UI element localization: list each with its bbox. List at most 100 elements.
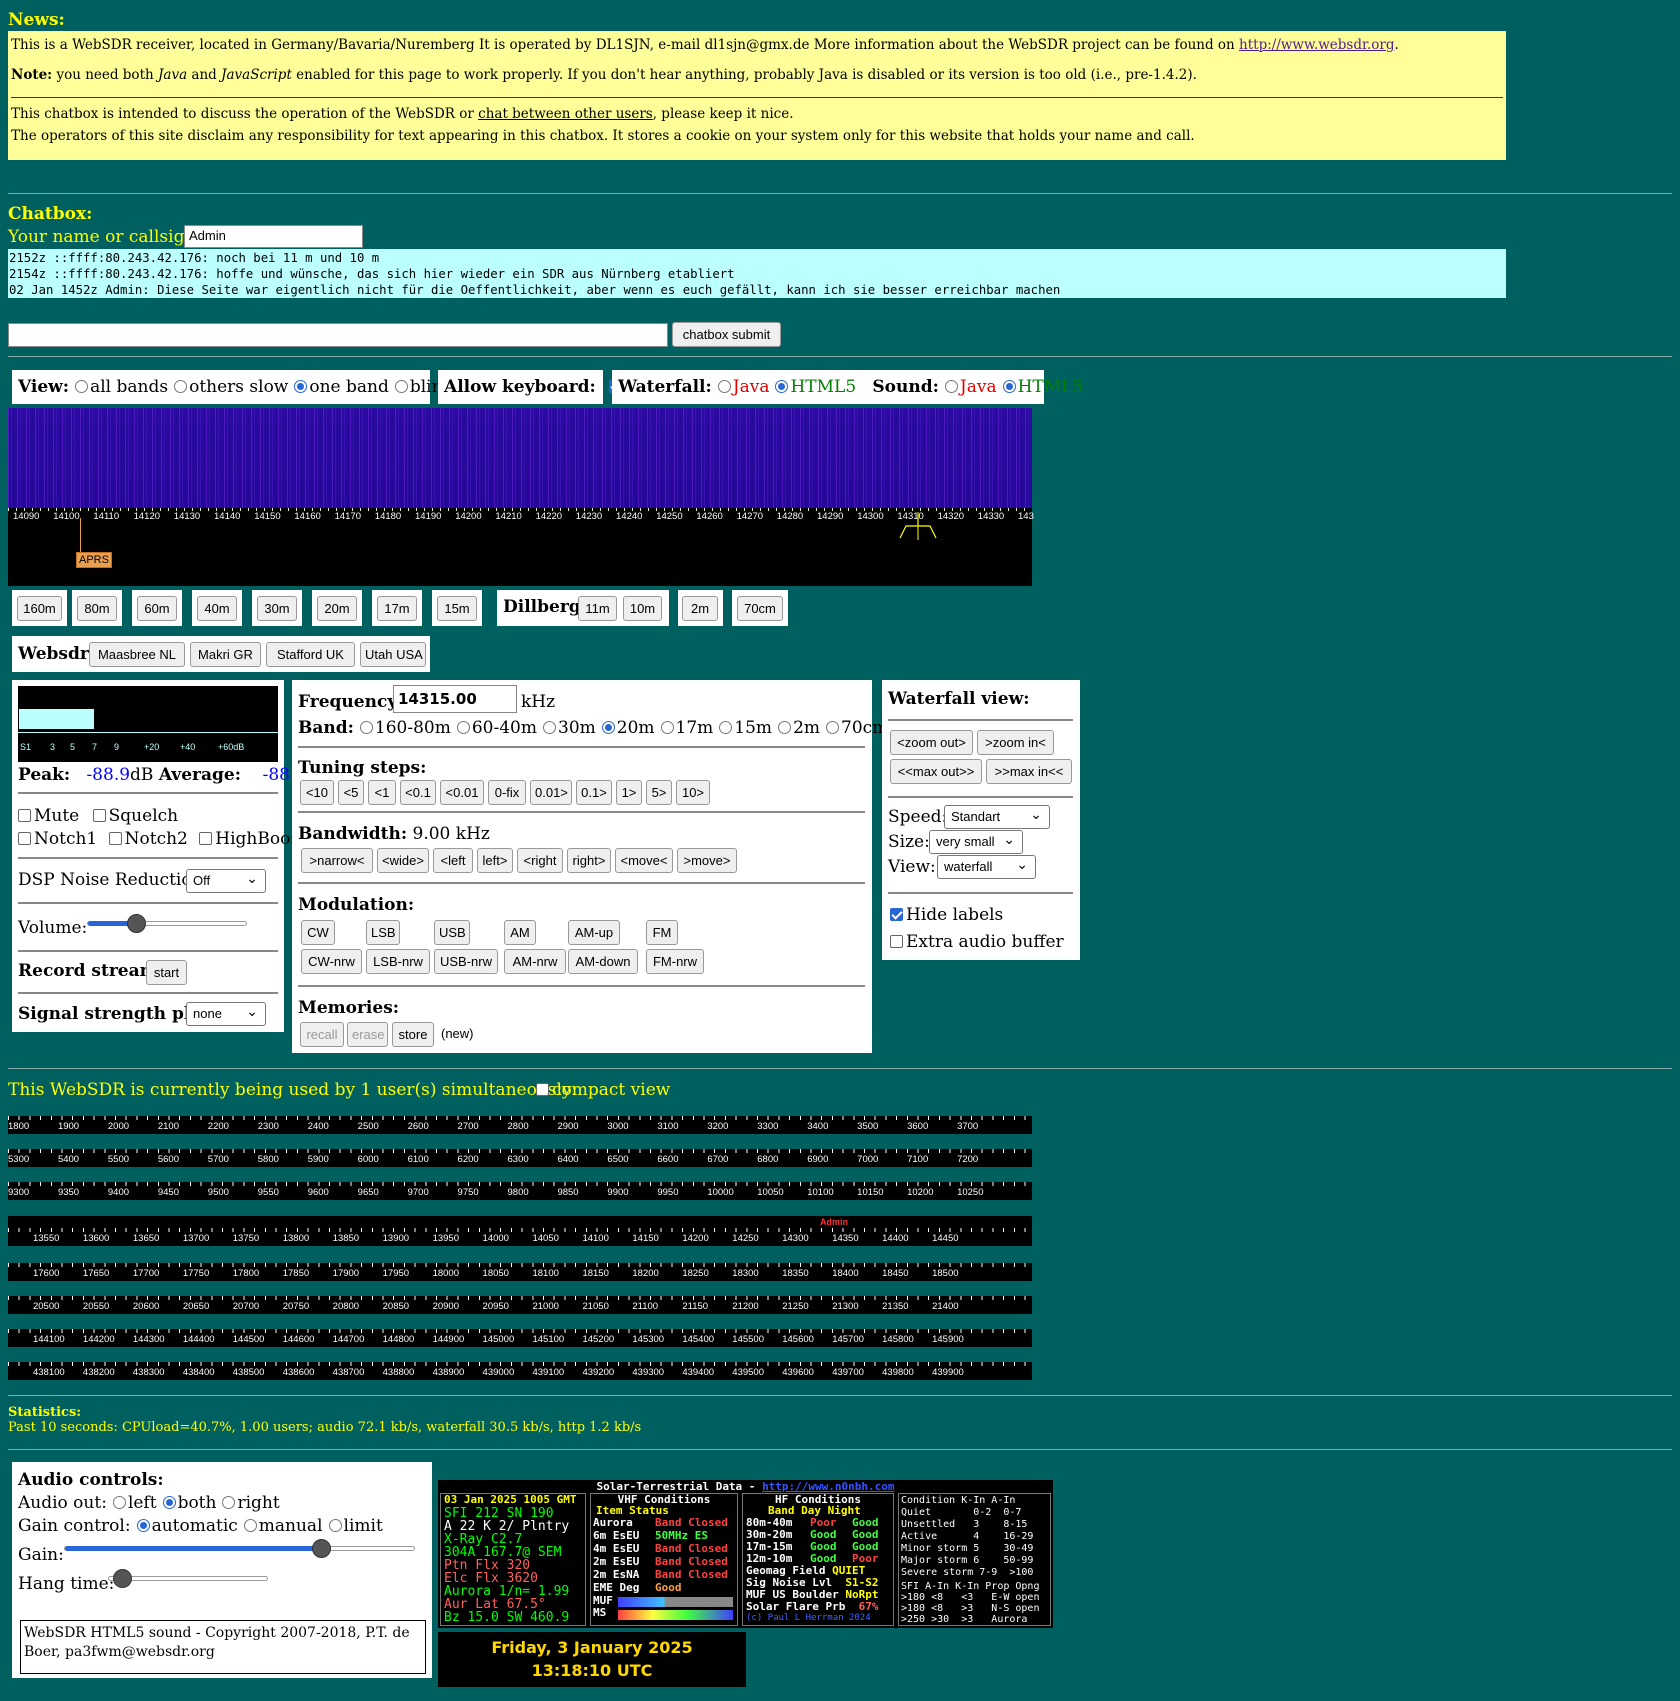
memory-store-button[interactable]: store — [392, 1022, 434, 1047]
websdr-stafford-button[interactable]: Stafford UK — [266, 642, 355, 667]
band-160m-button[interactable]: 160m — [17, 596, 62, 621]
tuning-step-button[interactable]: 5> — [646, 780, 672, 805]
mode-fm-button[interactable]: FM — [646, 920, 678, 945]
view-others-slow-radio[interactable] — [174, 380, 188, 393]
mode-fm-nrw-button[interactable]: FM-nrw — [646, 949, 704, 974]
max-out-button[interactable]: <<max out>> — [890, 759, 982, 784]
waterfall-html5-radio[interactable] — [775, 380, 789, 393]
band-radio-160-80m[interactable] — [359, 721, 373, 734]
gain-limit-radio[interactable] — [328, 1519, 342, 1532]
band-radio-60-40m[interactable] — [456, 721, 470, 734]
bandwidth-button[interactable]: right> — [567, 848, 611, 873]
volume-thumb[interactable] — [127, 914, 146, 933]
tuning-step-button[interactable]: 1> — [616, 780, 642, 805]
mode-usb-nrw-button[interactable]: USB-nrw — [434, 949, 498, 974]
websdr-maasbree-button[interactable]: Maasbree NL — [89, 642, 185, 667]
band-15m-button[interactable]: 15m — [437, 596, 477, 621]
waterfall-display[interactable] — [8, 408, 1032, 508]
hang-time-thumb[interactable] — [113, 1569, 133, 1588]
band-overview-scale[interactable]: 20500 20550 20600 20650 20700 20750 20800 20850… — [8, 1296, 1032, 1314]
band-60m-button[interactable]: 60m — [137, 596, 177, 621]
band-overview-scale[interactable]: 438100 438200 438300 438400 438500 438600 4387… — [8, 1362, 1032, 1380]
user-marker[interactable]: Admin — [820, 1217, 848, 1227]
band-radio-17m[interactable] — [660, 721, 674, 734]
band-radio-20m[interactable] — [601, 721, 615, 734]
memory-erase-button[interactable]: erase — [347, 1022, 388, 1047]
chatbox-submit-button[interactable]: chatbox submit — [672, 322, 781, 347]
mode-am-down-button[interactable]: AM-down — [568, 949, 638, 974]
band-40m-button[interactable]: 40m — [197, 596, 237, 621]
signal-plot-select[interactable]: none — [186, 1000, 266, 1026]
band-20m-button[interactable]: 20m — [317, 596, 357, 621]
mode-cw-button[interactable]: CW — [301, 920, 335, 945]
band-30m-button[interactable]: 30m — [257, 596, 297, 621]
bandwidth-button[interactable]: left> — [477, 848, 513, 873]
squelch-checkbox[interactable] — [92, 809, 106, 822]
band-overview-scale[interactable]: 1800 1900 2000 2100 2200 2300 2400 2500 2600 2700… — [8, 1116, 1032, 1134]
solar-link[interactable]: http://www.n0nbh.com — [762, 1480, 894, 1493]
tuning-step-button[interactable]: <0.1 — [400, 780, 436, 805]
mode-lsb-nrw-button[interactable]: LSB-nrw — [366, 949, 430, 974]
hide-labels-checkbox[interactable] — [890, 908, 903, 921]
sound-html5-radio[interactable] — [1002, 380, 1016, 393]
band-2m-button[interactable]: 2m — [682, 596, 718, 621]
chat-users-link[interactable]: chat between other users — [478, 106, 653, 122]
mode-usb-button[interactable]: USB — [434, 920, 470, 945]
band-17m-button[interactable]: 17m — [377, 596, 417, 621]
websdr-utah-button[interactable]: Utah USA — [360, 642, 426, 667]
band-11m-button[interactable]: 11m — [578, 596, 617, 621]
tuning-step-button[interactable]: <10 — [300, 780, 334, 805]
gain-slider[interactable] — [64, 1539, 415, 1558]
chat-input[interactable] — [8, 323, 668, 347]
bandwidth-button[interactable]: <wide> — [377, 848, 429, 873]
speed-select[interactable]: Standart — [944, 803, 1050, 829]
mode-cw-nrw-button[interactable]: CW-nrw — [301, 949, 362, 974]
audio-out-both-radio[interactable] — [162, 1496, 176, 1509]
passband-indicator[interactable] — [898, 512, 958, 542]
dsp-select[interactable]: Off — [186, 867, 266, 893]
band-radio-70cm[interactable] — [826, 721, 839, 734]
gain-manual-radio[interactable] — [243, 1519, 257, 1532]
band-70cm-button[interactable]: 70cm — [737, 596, 783, 621]
band-overview-scale[interactable]: 17600 17650 17700 17750 17800 17850 17900 17950… — [8, 1263, 1032, 1281]
bandwidth-button[interactable]: <right — [517, 848, 563, 873]
websdr-makri-button[interactable]: Makri GR — [190, 642, 261, 667]
tuning-step-button[interactable]: 0.1> — [576, 780, 612, 805]
hang-time-slider[interactable] — [108, 1569, 268, 1588]
tuning-step-button[interactable]: 0-fix — [488, 780, 526, 805]
mute-checkbox[interactable] — [18, 809, 31, 822]
sound-java-radio[interactable] — [944, 380, 958, 393]
band-radio-2m[interactable] — [778, 721, 792, 734]
notch2-checkbox[interactable] — [108, 832, 122, 845]
bandwidth-button[interactable]: <move< — [615, 848, 673, 873]
memory-recall-button[interactable]: recall — [300, 1022, 344, 1047]
compact-view-checkbox[interactable] — [536, 1083, 549, 1096]
solar-terrestrial-widget[interactable]: Solar-Terrestrial Data - http://www.n0nb… — [438, 1480, 1053, 1628]
band-80m-button[interactable]: 80m — [77, 596, 117, 621]
highboost-checkbox[interactable] — [199, 832, 213, 845]
mode-am-nrw-button[interactable]: AM-nrw — [504, 949, 566, 974]
mode-lsb-button[interactable]: LSB — [366, 920, 400, 945]
bandwidth-button[interactable]: <left — [433, 848, 473, 873]
view-all-bands-radio[interactable] — [75, 380, 89, 393]
tuning-step-button[interactable]: <0.01 — [440, 780, 484, 805]
band-10m-button[interactable]: 10m — [623, 596, 662, 621]
gain-automatic-radio[interactable] — [136, 1519, 150, 1532]
volume-slider[interactable] — [87, 914, 247, 933]
name-input[interactable]: Admin — [184, 225, 363, 248]
size-select[interactable]: very small — [929, 828, 1023, 854]
max-in-button[interactable]: >>max in<< — [986, 759, 1072, 784]
record-start-button[interactable]: start — [146, 960, 187, 985]
band-overview-scale[interactable]: 144100 144200 144300 144400 144500 144600 1447… — [8, 1329, 1032, 1347]
audio-out-left-radio[interactable] — [112, 1496, 126, 1509]
frequency-scale[interactable]: 14090 14100 14110 14120 14130 14140 14150 14160… — [8, 508, 1034, 586]
websdr-link[interactable]: http://www.websdr.org — [1239, 37, 1394, 53]
view-select[interactable]: waterfall — [937, 853, 1036, 879]
band-overview-scale[interactable]: 5300 5400 5500 5600 5700 5800 5900 6000 6100 6200… — [8, 1149, 1032, 1167]
waterfall-java-radio[interactable] — [717, 380, 731, 393]
tuning-step-button[interactable]: <1 — [368, 780, 396, 805]
gain-thumb[interactable] — [312, 1539, 332, 1558]
tuning-step-button[interactable]: <5 — [338, 780, 364, 805]
bandwidth-button[interactable]: >move> — [677, 848, 737, 873]
audio-out-right-radio[interactable] — [222, 1496, 236, 1509]
